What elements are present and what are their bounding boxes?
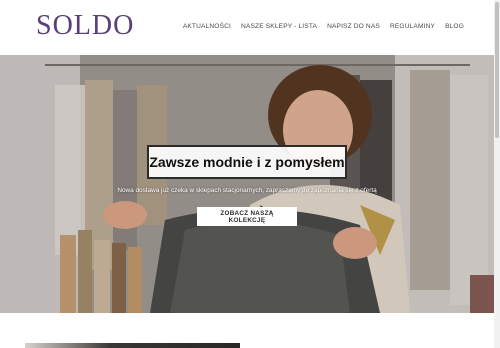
page-scrollbar[interactable]: [494, 0, 500, 348]
hero-subtitle: Nowa dostawa już czeka w sklepach stacjo…: [117, 187, 377, 194]
brand-logo[interactable]: SOLDO: [36, 10, 134, 42]
hero-banner: [0, 55, 494, 313]
nav-item-napisz-do-nas[interactable]: NAPISZ DO NAS: [327, 23, 380, 30]
nav-item-blog[interactable]: BLOG: [445, 23, 464, 30]
site-header: SOLDO AKTUALNOŚCI NASZE SKLEPY - LISTA N…: [0, 0, 494, 55]
nav-item-nasze-sklepy[interactable]: NASZE SKLEPY - LISTA: [241, 23, 317, 30]
hero-title: Zawsze modnie i z pomysłem: [147, 145, 347, 179]
hero-overlay: [0, 55, 494, 313]
nav-item-regulaminy[interactable]: REGULAMINY: [390, 23, 435, 30]
section-image-preview: [25, 343, 240, 348]
scrollbar-thumb[interactable]: [495, 2, 499, 138]
nav-item-aktualnosci[interactable]: AKTUALNOŚCI: [183, 23, 231, 30]
main-nav: AKTUALNOŚCI NASZE SKLEPY - LISTA NAPISZ …: [183, 23, 464, 30]
see-collection-button[interactable]: ZOBACZ NASZĄ KOLEKCJĘ: [197, 207, 297, 226]
